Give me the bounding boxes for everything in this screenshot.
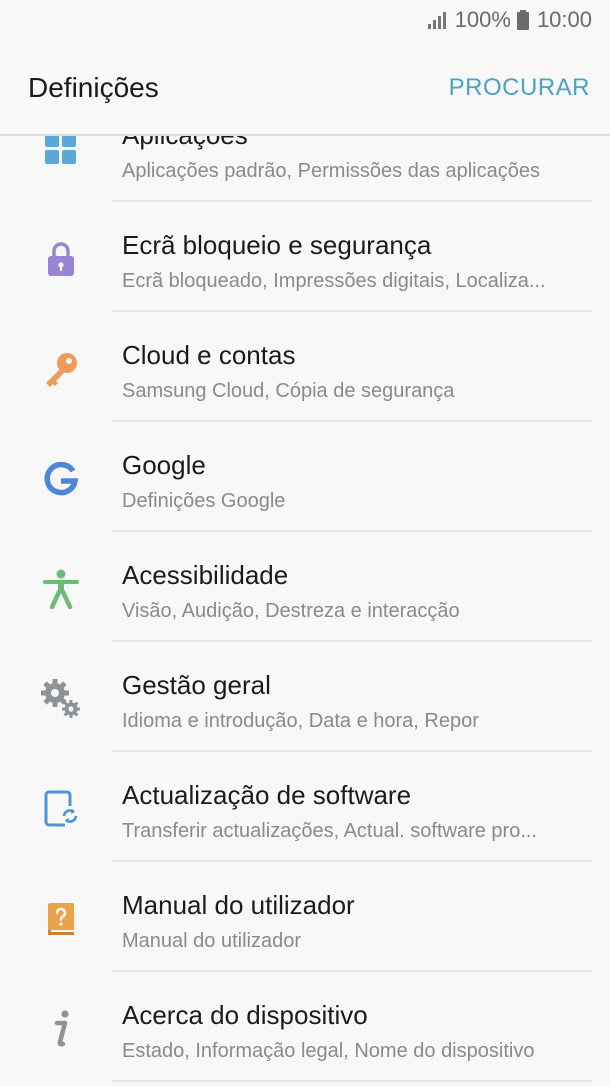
item-title: Cloud e contas	[122, 340, 296, 370]
settings-item-lock-security[interactable]: Ecrã bloqueio e segurança Ecrã bloqueado…	[0, 202, 610, 312]
item-subtitle: Ecrã bloqueado, Impressões digitais, Loc…	[122, 270, 546, 292]
item-title: Manual do utilizador	[122, 890, 355, 920]
settings-item-cloud-accounts[interactable]: Cloud e contas Samsung Cloud, Cópia de s…	[0, 312, 610, 422]
item-subtitle: Manual do utilizador	[122, 930, 301, 952]
battery-icon	[516, 10, 529, 30]
item-title: Acessibilidade	[122, 560, 289, 590]
item-title: Gestão geral	[122, 670, 271, 700]
item-subtitle: Samsung Cloud, Cópia de segurança	[122, 380, 455, 402]
status-bar: 100% 10:00	[0, 0, 610, 40]
item-subtitle: Transferir actualizações, Actual. softwa…	[122, 820, 537, 842]
google-icon	[40, 458, 82, 500]
lock-icon	[40, 238, 82, 280]
app-bar: Definições PROCURAR	[0, 40, 610, 136]
item-subtitle: Definições Google	[122, 490, 286, 512]
item-title: Google	[122, 450, 206, 480]
apps-grid-icon	[40, 136, 82, 170]
info-icon	[40, 1008, 82, 1050]
divider	[112, 1080, 592, 1082]
settings-item-general-management[interactable]: Gestão geral Idioma e introdução, Data e…	[0, 642, 610, 752]
key-icon	[40, 348, 82, 390]
settings-item-google[interactable]: Google Definições Google	[0, 422, 610, 532]
item-title: Aplicações	[122, 136, 248, 151]
clock: 10:00	[536, 7, 592, 32]
software-update-icon	[40, 788, 82, 830]
item-title: Acerca do dispositivo	[122, 1000, 368, 1030]
accessibility-icon	[40, 568, 82, 610]
settings-item-accessibility[interactable]: Acessibilidade Visão, Audição, Destreza …	[0, 532, 610, 642]
settings-item-user-manual[interactable]: Manual do utilizador Manual do utilizado…	[0, 862, 610, 972]
search-button[interactable]: PROCURAR	[449, 74, 590, 102]
gears-icon	[40, 678, 82, 720]
battery-percent: 100%	[454, 7, 511, 32]
item-title: Ecrã bloqueio e segurança	[122, 230, 432, 260]
item-title: Actualização de software	[122, 780, 412, 810]
user-manual-icon	[40, 898, 82, 940]
item-subtitle: Visão, Audição, Destreza e interacção	[122, 600, 460, 622]
settings-item-applications[interactable]: Aplicações Aplicações padrão, Permissões…	[0, 136, 610, 202]
settings-item-software-update[interactable]: Actualização de software Transferir actu…	[0, 752, 610, 862]
item-subtitle: Idioma e introdução, Data e hora, Repor	[122, 710, 479, 732]
settings-list[interactable]: Aplicações Aplicações padrão, Permissões…	[0, 136, 610, 1086]
item-subtitle: Estado, Informação legal, Nome do dispos…	[122, 1040, 535, 1062]
signal-icon	[427, 12, 446, 29]
settings-item-about-device[interactable]: Acerca do dispositivo Estado, Informação…	[0, 972, 610, 1082]
item-subtitle: Aplicações padrão, Permissões das aplica…	[122, 160, 540, 182]
page-title: Definições	[28, 72, 159, 103]
